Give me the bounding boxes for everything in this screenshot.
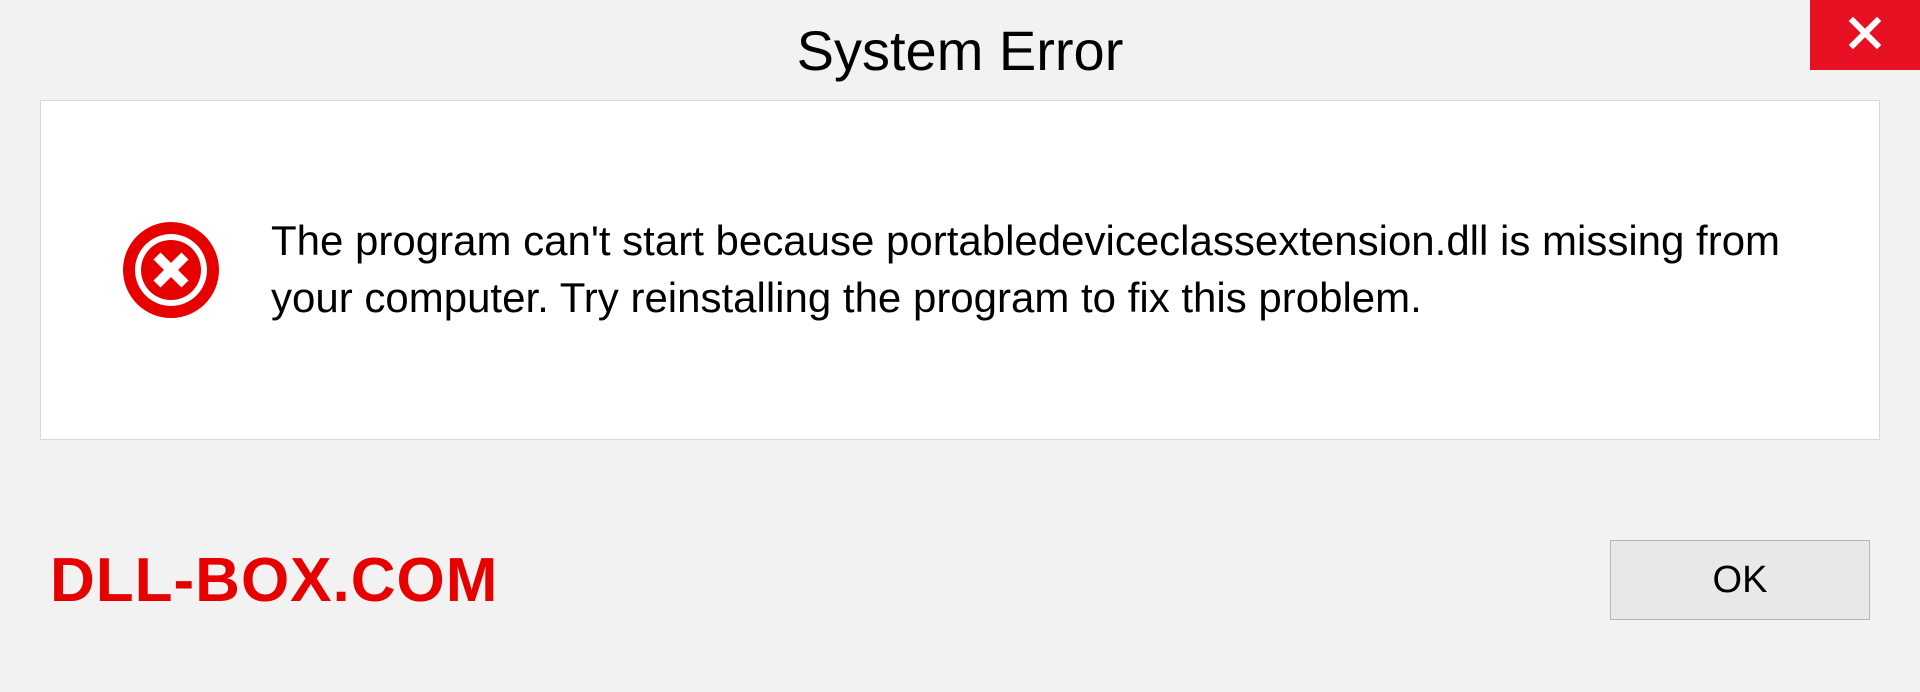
error-icon [121, 220, 221, 320]
close-button[interactable] [1810, 0, 1920, 70]
dialog-content: The program can't start because portable… [40, 100, 1880, 440]
ok-button[interactable]: OK [1610, 540, 1870, 620]
close-icon [1847, 15, 1883, 56]
title-bar: System Error [0, 0, 1920, 100]
watermark-text: DLL-BOX.COM [50, 545, 498, 616]
dialog-title: System Error [797, 18, 1124, 83]
ok-button-label: OK [1713, 559, 1768, 602]
dialog-message: The program can't start because portable… [271, 213, 1799, 326]
dialog-footer: DLL-BOX.COM OK [0, 440, 1920, 690]
